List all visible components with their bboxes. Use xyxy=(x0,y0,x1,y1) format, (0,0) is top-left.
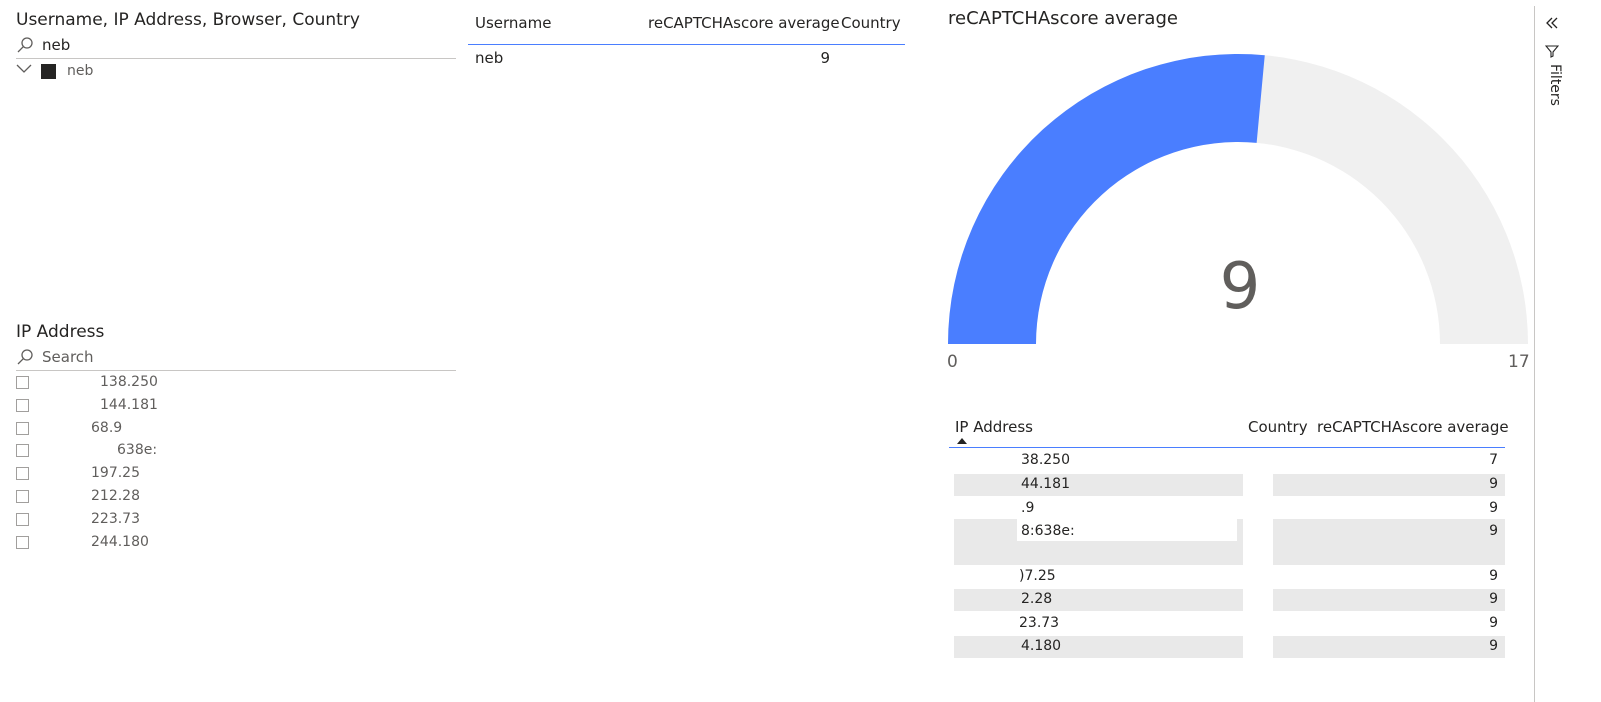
list-item-label: 68.9 xyxy=(91,420,123,436)
expand-pane-icon[interactable] xyxy=(1545,16,1559,30)
cell-ip: 38.250 xyxy=(1021,452,1070,468)
slicer-search[interactable]: neb xyxy=(16,34,456,59)
search-icon xyxy=(17,349,33,365)
cell-ip: )7.25 xyxy=(1019,568,1056,584)
table-row: 44.181 9 xyxy=(949,474,1505,496)
cell-score: 9 xyxy=(1489,638,1498,654)
cell-score: 9 xyxy=(820,49,830,67)
filter-icon xyxy=(1545,45,1559,58)
cell-ip: 2.28 xyxy=(1021,591,1053,607)
cell-ip: 23.73 xyxy=(1019,615,1060,631)
table-row: neb 9 xyxy=(468,46,905,68)
column-header-ip-address[interactable]: IP Address xyxy=(955,418,1033,436)
cell-score: 9 xyxy=(1489,523,1498,539)
table-header: IP Address Country reCAPTCHAscore averag… xyxy=(949,412,1509,448)
column-header-score[interactable]: reCAPTCHAscore average xyxy=(1317,418,1509,436)
checkbox[interactable] xyxy=(16,399,29,412)
slicer-search[interactable]: Search xyxy=(16,346,456,371)
slicer-title: IP Address xyxy=(16,322,105,342)
column-header-country[interactable]: Country xyxy=(841,14,901,32)
slicer-list: 138.250 144.181 68.9 638e: 197.25 212.28… xyxy=(16,374,456,554)
cell-ip: 8:638e: xyxy=(1021,523,1075,539)
table-row: )7.25 9 xyxy=(949,566,1505,588)
checkbox-checked[interactable] xyxy=(41,64,56,79)
table-body: 38.250 7 44.181 9 .9 9 8:638e: 9 )7.25 9… xyxy=(949,450,1505,660)
list-item-label: 144.181 xyxy=(100,397,158,413)
cell-score: 9 xyxy=(1489,476,1498,492)
table-row: 2.28 9 xyxy=(949,589,1505,611)
chevron-down-icon[interactable] xyxy=(16,63,32,75)
list-item-label: 244.180 xyxy=(91,534,149,550)
list-item-label: 138.250 xyxy=(100,374,158,390)
list-item-label: 223.73 xyxy=(91,511,140,527)
table-header: Username reCAPTCHAscore average Country xyxy=(468,10,905,45)
table-row: 23.73 9 xyxy=(949,613,1505,635)
cell-ip: 4.180 xyxy=(1021,638,1062,654)
checkbox[interactable] xyxy=(16,444,29,457)
search-input[interactable]: Search xyxy=(42,348,94,366)
search-icon xyxy=(17,37,33,53)
slicer-item-neb[interactable]: neb xyxy=(16,60,316,82)
cell-score: 9 xyxy=(1489,500,1498,516)
gauge-max-label: 17 xyxy=(1508,352,1530,372)
cell-ip: 44.181 xyxy=(1021,476,1070,492)
checkbox[interactable] xyxy=(16,422,29,435)
cell-score: 9 xyxy=(1489,591,1498,607)
cell-score: 9 xyxy=(1489,615,1498,631)
cell-username: neb xyxy=(475,49,504,67)
column-header-country[interactable]: Country xyxy=(1248,418,1308,436)
gauge-min-label: 0 xyxy=(947,352,958,372)
checkbox[interactable] xyxy=(16,536,29,549)
checkbox[interactable] xyxy=(16,376,29,389)
search-input[interactable]: neb xyxy=(42,36,70,54)
table-row: 38.250 7 xyxy=(949,450,1505,472)
slicer-item-label: neb xyxy=(67,63,94,79)
list-item-label: 638e: xyxy=(117,442,158,458)
cell-ip: .9 xyxy=(1021,500,1035,516)
table-row: 4.180 9 xyxy=(949,636,1505,658)
table-row: 8:638e: 9 xyxy=(949,519,1505,565)
gauge-value: 9 xyxy=(1219,250,1261,324)
table-row: .9 9 xyxy=(949,498,1505,520)
list-item-label: 197.25 xyxy=(91,465,140,481)
list-item-label: 212.28 xyxy=(91,488,140,504)
slicer-title: Username, IP Address, Browser, Country xyxy=(16,10,360,30)
column-header-score[interactable]: reCAPTCHAscore average xyxy=(648,14,840,32)
checkbox[interactable] xyxy=(16,513,29,526)
cell-score: 7 xyxy=(1489,452,1498,468)
column-header-username[interactable]: Username xyxy=(475,14,551,32)
filters-pane[interactable]: Filters xyxy=(1534,6,1601,702)
gauge-title: reCAPTCHAscore average xyxy=(948,8,1178,29)
sort-ascending-icon[interactable] xyxy=(956,437,968,445)
cell-score: 9 xyxy=(1489,568,1498,584)
checkbox[interactable] xyxy=(16,490,29,503)
filters-label: Filters xyxy=(1547,64,1563,106)
checkbox[interactable] xyxy=(16,467,29,480)
